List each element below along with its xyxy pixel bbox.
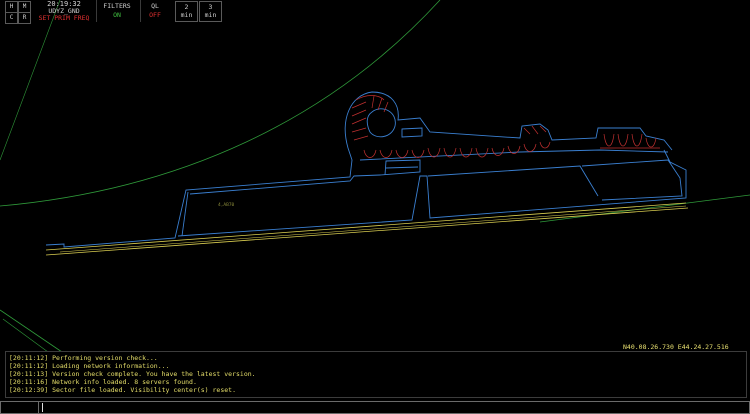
- set-primary-frequency[interactable]: SET PRIM FREQ: [34, 15, 94, 22]
- log-time: [20:11:12]: [9, 354, 49, 362]
- log-time: [20:11:12]: [9, 362, 49, 370]
- command-line-input[interactable]: [0, 401, 750, 414]
- timer-unit: min: [204, 11, 217, 19]
- log-time: [20:12:39]: [9, 386, 49, 394]
- map-label: 4,AB70: [218, 202, 235, 208]
- message-log[interactable]: [20:11:12] Performing version check... […: [5, 351, 747, 398]
- toolbar-divider: [140, 0, 141, 22]
- timer-2-min[interactable]: 2 min: [175, 1, 198, 22]
- text-caret: [42, 403, 43, 412]
- log-text: Sector file loaded. Visibility center(s)…: [52, 386, 236, 394]
- log-time: [20:11:13]: [9, 370, 49, 378]
- log-entry: [20:11:12] Performing version check...: [9, 354, 158, 362]
- timer-value: 2: [184, 3, 189, 11]
- button-r[interactable]: R: [18, 12, 31, 24]
- runway: [45, 202, 689, 256]
- quick-look-status[interactable]: OFF: [143, 12, 167, 19]
- log-text: Loading network information...: [52, 362, 170, 370]
- sector-line-diagonal: [0, 309, 63, 353]
- cursor-coordinates: N40.08.26.730 E44.24.27.516: [623, 343, 729, 351]
- timer-value: 3: [208, 3, 213, 11]
- filters-status[interactable]: ON: [98, 12, 136, 19]
- parking-stands: [351, 95, 660, 158]
- timer-3-min[interactable]: 3 min: [199, 1, 222, 22]
- button-c[interactable]: C: [5, 12, 18, 24]
- log-text: Network info loaded. 8 servers found.: [52, 378, 197, 386]
- sector-line-steep: [0, 0, 61, 161]
- log-entry: [20:12:39] Sector file loaded. Visibilit…: [9, 386, 236, 394]
- timer-unit: min: [180, 11, 193, 19]
- sector-line-east: [539, 194, 750, 223]
- log-entry: [20:11:13] Version check complete. You h…: [9, 370, 256, 378]
- log-text: Performing version check...: [52, 354, 158, 362]
- log-entry: [20:11:16] Network info loaded. 8 server…: [9, 378, 197, 386]
- log-text: Version check complete. You have the lat…: [52, 370, 256, 378]
- log-entry: [20:11:12] Loading network information..…: [9, 362, 169, 370]
- filters-label[interactable]: FILTERS: [98, 3, 136, 10]
- sector-line-diagonal-2: [2, 318, 49, 353]
- log-time: [20:11:16]: [9, 378, 49, 386]
- toolbar-divider: [96, 0, 97, 22]
- taxiway-outlines: [45, 91, 687, 248]
- quick-look-label[interactable]: QL: [143, 3, 167, 10]
- command-line-divider: [38, 402, 39, 413]
